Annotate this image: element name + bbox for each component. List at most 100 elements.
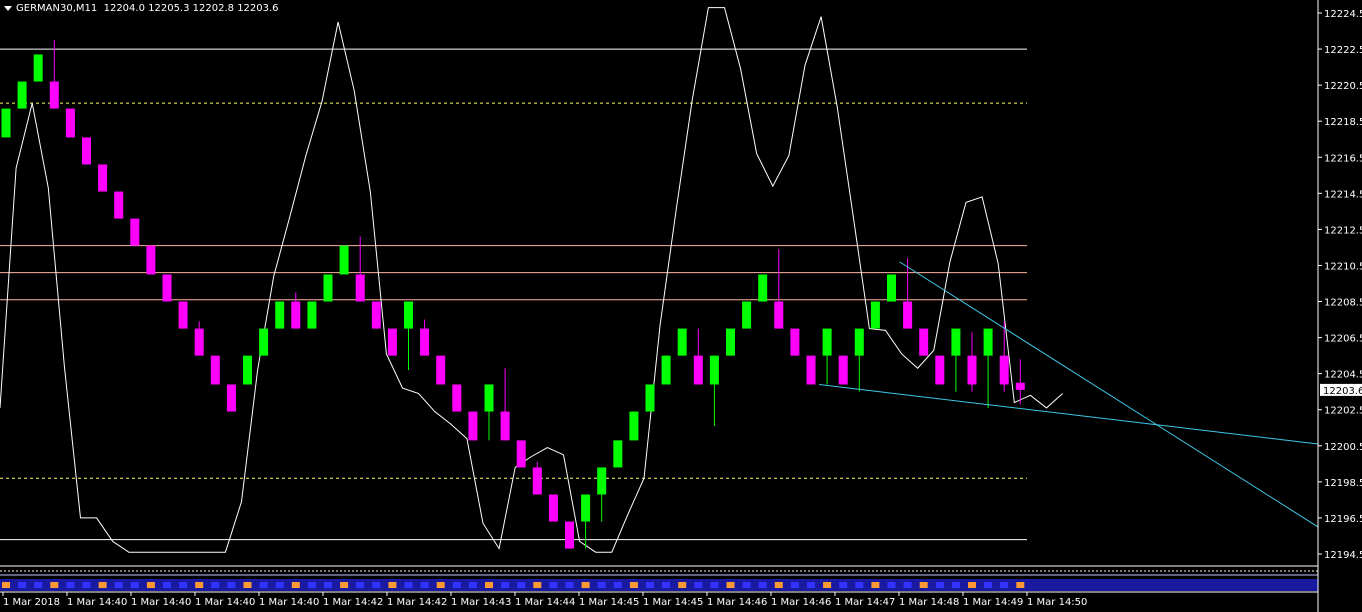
oscillator-polyline [0,7,1063,553]
candle-body [339,245,349,275]
indicator-bar [179,582,188,588]
indicator-bar [1016,582,1025,588]
y-tick-label: 12216.5 [1324,153,1362,164]
indicator-bar [742,582,751,588]
trendline[interactable] [819,383,1319,445]
candle-body [452,384,462,412]
y-tick-label: 12222.5 [1324,45,1362,56]
indicator-bar [790,582,799,588]
indicator-bar [324,582,332,588]
indicator-bar [485,582,493,588]
y-tick-label: 12210.5 [1324,261,1362,272]
indicator-bar [452,582,461,588]
indicator-bar [2,582,10,588]
candle-body [49,81,59,109]
candle-body [790,328,800,356]
candle-body [548,494,558,522]
indicator-bar [774,582,783,588]
indicator-bar [935,582,944,588]
indicator-bar [517,582,526,588]
x-tick-label: 1 Mar 14:50 [1027,597,1087,608]
indicator-bar [968,582,976,588]
candle-body [420,328,430,356]
candle-body [935,355,945,385]
indicator-bar [195,582,204,588]
indicator-bar [146,582,155,588]
x-tick-label: 1 Mar 14:40 [195,597,255,608]
candle-body [597,467,607,495]
indicator-bar [163,582,171,588]
indicator-bar [291,582,300,588]
candle-body [967,355,977,385]
y-tick-label: 12198.5 [1324,478,1362,489]
candle-body [194,328,204,356]
x-tick-label: 1 Mar 14:49 [963,597,1023,608]
indicator-bar [581,582,590,588]
candle-body [838,355,848,385]
candle-body [1,108,11,138]
candle-body [983,328,993,356]
indicator-bar [629,582,638,588]
indicator-bar [275,582,284,588]
y-tick-label: 12200.5 [1324,442,1362,453]
y-tick-label: 12214.5 [1324,189,1362,200]
indicator-bar [388,582,397,588]
candle-body [532,467,542,495]
indicator-strip [0,566,1318,592]
candle-body [999,355,1009,385]
candle-body [500,411,510,441]
indicator-bar [98,582,107,588]
trendline[interactable] [899,261,1319,528]
indicator-bar [227,582,236,588]
indicator-bar [823,582,832,588]
horizontal-levels [0,48,1027,541]
indicator-bar [726,582,735,588]
indicator-bar [597,582,606,588]
y-tick-label: 12212.5 [1324,225,1362,236]
candle-body [887,274,896,302]
price-chart[interactable]: 12224.5 12222.5 12220.5 12218.5 12216.5 12214… [0,0,1362,612]
candle-body [951,328,961,356]
candle-body [468,411,478,441]
x-tick-label: 1 Mar 14:42 [323,597,383,608]
indicator-bar [710,582,719,588]
x-tick-label: 1 Mar 14:45 [643,597,703,608]
candle-body [291,301,301,329]
candle-body [726,328,735,356]
indicator-bar [951,582,960,588]
indicator-bar [839,582,848,588]
indicator-bar [114,582,123,588]
y-tick-label: 12220.5 [1324,81,1362,92]
indicator-bar [50,582,59,588]
x-tick-label: 1 Mar 2018 [3,597,60,608]
candle-body [661,355,671,385]
candle-body [210,355,220,385]
candle-body [371,301,381,329]
x-tick-label: 1 Mar 14:48 [899,597,959,608]
indicator-bar [404,582,413,588]
candle-body [33,54,43,82]
indicator-bar [855,582,864,588]
indicator-bar [533,582,542,588]
indicator-bar [694,582,703,588]
indicator-bar [372,582,381,588]
x-tick-label: 1 Mar 14:40 [131,597,191,608]
candle-body [404,301,413,329]
y-tick-label: 12206.5 [1324,334,1362,345]
candle-body [243,355,252,385]
candle-body [1015,382,1025,390]
indicator-bar [130,582,139,588]
x-tick-label: 1 Mar 14:46 [707,597,767,608]
indicator-bar [211,582,220,588]
candle-body [903,301,913,329]
candle-body [806,355,816,385]
x-tick-label: 1 Mar 14:44 [515,597,575,608]
candle-body [693,355,703,385]
indicator-bar [903,582,912,588]
indicator-bar [887,582,896,588]
indicator-bar [82,582,91,588]
candle-body [323,274,333,302]
indicator-bar [18,582,27,588]
candle-body [82,137,91,165]
y-tick-label: 12196.5 [1324,514,1362,525]
